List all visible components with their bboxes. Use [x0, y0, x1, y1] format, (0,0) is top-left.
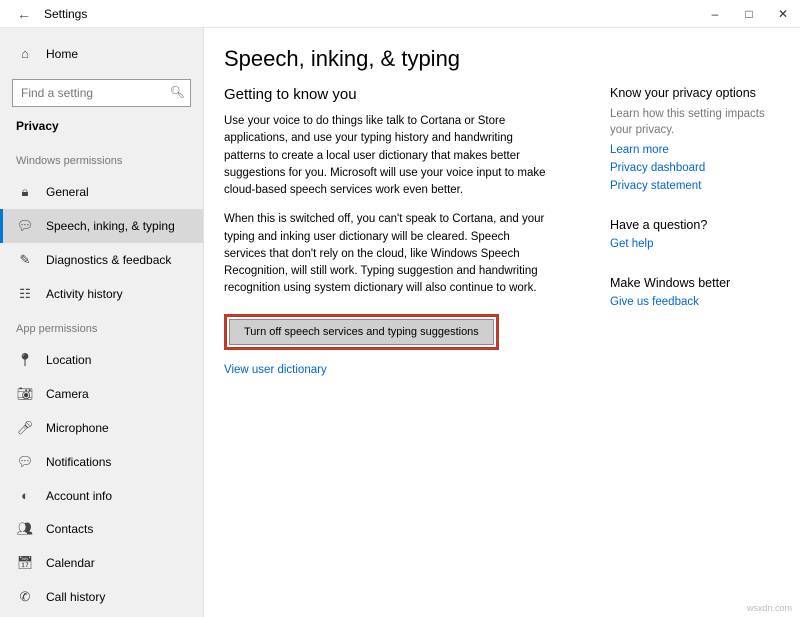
sidebar-item-label: Call history [46, 590, 105, 604]
speech-icon: 💬︎ [16, 218, 34, 234]
sidebar-item-activity-history[interactable]: ☷ Activity history [0, 277, 203, 311]
search-icon: 🔍︎ [170, 85, 185, 99]
window-controls: – □ ✕ [698, 0, 800, 28]
sidebar-item-general[interactable]: 🔒︎ General [0, 175, 203, 209]
sidebar-item-label: Activity history [46, 287, 123, 301]
privacy-dashboard-link[interactable]: Privacy dashboard [610, 162, 780, 174]
sidebar-item-calendar[interactable]: 📅︎ Calendar [0, 546, 203, 580]
minimize-button[interactable]: – [698, 0, 732, 28]
phone-icon: ✆ [16, 589, 34, 605]
view-user-dictionary-link[interactable]: View user dictionary [224, 364, 584, 376]
group-windows-permissions: Windows permissions [0, 143, 203, 175]
sidebar-item-label: Calendar [46, 556, 95, 570]
group-app-permissions: App permissions [0, 311, 203, 343]
category-heading: Privacy [0, 119, 203, 143]
home-label: Home [46, 47, 78, 61]
sidebar-item-label: Location [46, 353, 91, 367]
sidebar-item-notifications[interactable]: 💬︎ Notifications [0, 445, 203, 479]
history-icon: ☷ [16, 286, 34, 302]
turn-off-highlight: Turn off speech services and typing sugg… [224, 314, 499, 350]
aside-subtext: Learn how this setting impacts your priv… [610, 106, 780, 138]
aside-column: Know your privacy options Learn how this… [610, 46, 780, 599]
account-icon: ◐ [16, 488, 34, 503]
microphone-icon: 🎤︎ [16, 420, 34, 436]
aside-heading: Have a question? [610, 218, 780, 232]
camera-icon: 📷︎ [16, 386, 34, 402]
sidebar-item-label: Diagnostics & feedback [46, 253, 171, 267]
turn-off-button[interactable]: Turn off speech services and typing sugg… [229, 319, 494, 345]
aside-heading: Make Windows better [610, 276, 780, 290]
maximize-button[interactable]: □ [732, 0, 766, 28]
sidebar-item-account-info[interactable]: ◐ Account info [0, 479, 203, 512]
sidebar-item-location[interactable]: 📍︎ Location [0, 343, 203, 377]
description-1: Use your voice to do things like talk to… [224, 113, 554, 199]
watermark: wsxdn.com [747, 603, 792, 613]
page-title: Speech, inking, & typing [224, 46, 584, 72]
description-2: When this is switched off, you can't spe… [224, 211, 554, 297]
question-section: Have a question? Get help [610, 218, 780, 250]
window-title: Settings [44, 7, 87, 21]
get-help-link[interactable]: Get help [610, 238, 780, 250]
sidebar-item-diagnostics-feedback[interactable]: ✎ Diagnostics & feedback [0, 243, 203, 277]
give-feedback-link[interactable]: Give us feedback [610, 296, 780, 308]
sidebar-item-camera[interactable]: 📷︎ Camera [0, 377, 203, 411]
sidebar-item-label: Camera [46, 387, 89, 401]
sidebar-item-label: Account info [46, 489, 112, 503]
search-container: 🔍︎ [12, 79, 191, 107]
section-title: Getting to know you [224, 86, 584, 103]
contacts-icon: 👥︎ [16, 521, 34, 537]
sidebar-item-label: Microphone [46, 421, 109, 435]
search-input[interactable] [12, 79, 191, 107]
titlebar: ← Settings – □ ✕ [0, 0, 800, 28]
learn-more-link[interactable]: Learn more [610, 144, 780, 156]
lock-icon: 🔒︎ [16, 184, 34, 200]
sidebar-item-label: Contacts [46, 522, 93, 536]
sidebar: ⌂ Home 🔍︎ Privacy Windows permissions 🔒︎… [0, 28, 204, 617]
aside-heading: Know your privacy options [610, 86, 780, 100]
close-button[interactable]: ✕ [766, 0, 800, 28]
sidebar-item-call-history[interactable]: ✆ Call history [0, 580, 203, 614]
privacy-statement-link[interactable]: Privacy statement [610, 180, 780, 192]
content-area: Speech, inking, & typing Getting to know… [204, 28, 800, 617]
sidebar-item-label: Speech, inking, & typing [46, 219, 175, 233]
notifications-icon: 💬︎ [16, 454, 34, 470]
sidebar-item-label: General [46, 185, 89, 199]
home-nav[interactable]: ⌂ Home [0, 38, 203, 69]
feedback-icon: ✎ [16, 252, 34, 268]
sidebar-item-contacts[interactable]: 👥︎ Contacts [0, 512, 203, 546]
sidebar-item-label: Notifications [46, 455, 111, 469]
sidebar-item-microphone[interactable]: 🎤︎ Microphone [0, 411, 203, 445]
sidebar-item-speech-inking-typing[interactable]: 💬︎ Speech, inking, & typing [0, 209, 203, 243]
back-button[interactable]: ← [10, 6, 38, 22]
location-icon: 📍︎ [16, 352, 34, 368]
feedback-section: Make Windows better Give us feedback [610, 276, 780, 308]
calendar-icon: 📅︎ [16, 555, 34, 571]
home-icon: ⌂ [16, 46, 34, 61]
main-column: Speech, inking, & typing Getting to know… [224, 46, 584, 599]
privacy-options-section: Know your privacy options Learn how this… [610, 86, 780, 192]
